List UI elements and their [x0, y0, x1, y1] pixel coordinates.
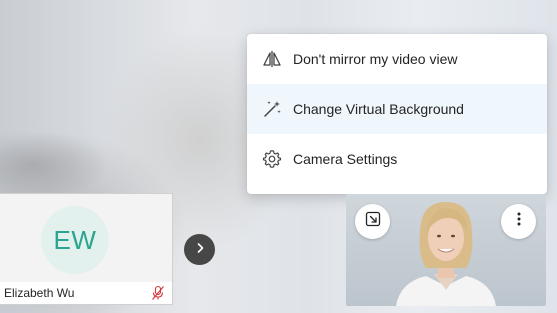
menu-item-label: Change Virtual Background: [293, 101, 464, 117]
menu-item-label: Don't mirror my video view: [293, 51, 458, 67]
menu-item-dont-mirror[interactable]: Don't mirror my video view: [247, 34, 547, 84]
next-participants-button[interactable]: [184, 234, 215, 265]
menu-item-label: Camera Settings: [293, 151, 398, 167]
menu-item-change-virtual-background[interactable]: Change Virtual Background: [247, 84, 547, 134]
participant-name: Elizabeth Wu: [4, 286, 75, 300]
video-options-menu: Don't mirror my video view Change Virtua…: [247, 34, 547, 194]
menu-item-camera-settings[interactable]: Camera Settings: [247, 134, 547, 184]
self-video-view[interactable]: [346, 194, 546, 306]
magic-wand-icon: [261, 98, 283, 120]
participant-name-bar: Elizabeth Wu: [0, 282, 172, 304]
chevron-right-icon: [194, 241, 206, 259]
avatar: EW: [41, 206, 109, 274]
more-options-icon: [516, 211, 522, 232]
gear-icon: [261, 148, 283, 170]
popout-icon: [365, 211, 381, 232]
background-blur: [0, 130, 110, 200]
self-video-feed: [396, 202, 496, 306]
popout-button[interactable]: [355, 204, 390, 239]
mirror-icon: [261, 48, 283, 70]
more-options-button[interactable]: [501, 204, 536, 239]
participant-tile[interactable]: EW Elizabeth Wu: [0, 193, 173, 305]
microphone-off-icon: [150, 285, 166, 301]
